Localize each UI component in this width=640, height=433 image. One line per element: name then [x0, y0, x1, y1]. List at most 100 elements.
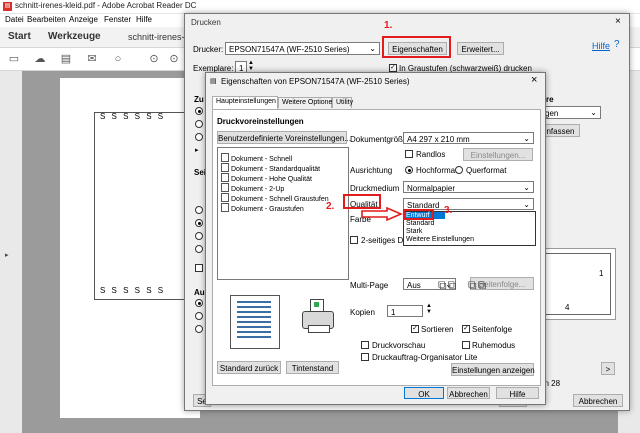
chevron-down-icon: ⌄: [369, 44, 376, 53]
section-pages-partial: Zu: [194, 95, 204, 104]
size-radio-4[interactable]: [195, 245, 203, 253]
portrait-label: Hochformat: [416, 166, 458, 175]
size-radio-2[interactable]: [195, 219, 203, 227]
tab-document[interactable]: schnitt-irenes-: [128, 32, 185, 42]
preset-label: Dokument - Standardqualität: [231, 166, 321, 173]
quality-option-high[interactable]: Stark: [406, 228, 422, 235]
preview-marker-1: 1: [599, 269, 604, 278]
pages-radio-range[interactable]: [195, 133, 203, 141]
menu-bearbeiten[interactable]: Bearbeiten: [27, 15, 66, 24]
document-icon: [221, 153, 229, 162]
orientation-radio-auto[interactable]: [195, 299, 203, 307]
printer-select[interactable]: EPSON71547A (WF-2510 Series) ⌄: [225, 42, 380, 55]
close-icon[interactable]: ×: [615, 16, 621, 27]
print-icon[interactable]: ▤: [60, 53, 72, 65]
save-icon[interactable]: ▭: [8, 53, 20, 65]
reverse-order-checkbox[interactable]: ✓: [462, 325, 470, 333]
tab-haupteinstellungen[interactable]: Haupteinstellungen: [212, 96, 278, 109]
comments-value: gen: [545, 109, 559, 118]
list-item[interactable]: Dokument - Graustufen: [221, 203, 304, 213]
print-cancel-button[interactable]: Abbrechen: [573, 394, 623, 407]
pages-radio-current[interactable]: [195, 120, 203, 128]
menu-datei[interactable]: Datei: [5, 15, 24, 24]
portrait-radio[interactable]: [405, 166, 413, 174]
help-link[interactable]: Hilfe: [592, 41, 610, 51]
quiet-mode-checkbox[interactable]: [462, 341, 470, 349]
size-radio-3[interactable]: [195, 232, 203, 240]
menu-hilfe[interactable]: Hilfe: [136, 15, 152, 24]
quality-option-standard[interactable]: Standard: [406, 220, 434, 227]
chevron-down-icon: ⌄: [523, 134, 530, 143]
menu-fenster[interactable]: Fenster: [104, 15, 131, 24]
list-item[interactable]: Dokument - Schnell: [221, 153, 292, 163]
paper-size-label: Dokumentgröße: [350, 135, 408, 144]
help-button[interactable]: Hilfe: [496, 387, 539, 399]
print-preview-checkbox[interactable]: [361, 341, 369, 349]
expand-left-icon[interactable]: ▸: [5, 251, 9, 259]
summarize-button[interactable]: nfassen: [541, 124, 580, 137]
landscape-label: Querformat: [466, 166, 507, 175]
paper-size-select[interactable]: A4 297 x 210 mm ⌄: [403, 132, 534, 144]
more-options-icon[interactable]: ▸: [195, 146, 199, 154]
advanced-button[interactable]: Erweitert...: [457, 42, 504, 55]
size-radio-1[interactable]: [195, 206, 203, 214]
landscape-radio[interactable]: [455, 166, 463, 174]
pages-radio-all[interactable]: [195, 107, 203, 115]
tab-start[interactable]: Start: [8, 31, 31, 42]
grayscale-checkbox[interactable]: ✓: [389, 64, 397, 72]
ink-levels-button[interactable]: Tintenstand: [286, 361, 339, 374]
custom-presets-button[interactable]: Benutzerdefinierte Voreinstellungen...: [217, 131, 351, 144]
comments-select[interactable]: gen ⌄: [541, 106, 601, 119]
tab-weitere-optionen[interactable]: Weitere Optionen: [278, 97, 336, 108]
page-up-icon[interactable]: ⊙: [148, 53, 160, 65]
chevron-down-icon: ⌄: [523, 200, 530, 209]
orientation-radio-landscape[interactable]: [195, 325, 203, 333]
borderless-settings-button[interactable]: Einstellungen...: [463, 148, 533, 161]
annotation-arrow-icon: [361, 207, 403, 221]
mail-icon[interactable]: ✉: [86, 53, 98, 65]
job-organizer-label: Druckauftrag-Organisator Lite: [372, 353, 478, 362]
quality-option-more[interactable]: Weitere Einstellungen: [406, 236, 474, 243]
ok-button[interactable]: OK: [404, 387, 444, 399]
list-item[interactable]: Dokument - 2-Up: [221, 183, 284, 193]
page-down-icon[interactable]: ⊙: [168, 53, 180, 65]
comments-section-partial: re: [546, 95, 554, 104]
collate-checkbox[interactable]: ✓: [411, 325, 419, 333]
print-preview-label: Druckvorschau: [372, 341, 426, 350]
properties-copies-spinner-icon[interactable]: ▲ ▼: [426, 303, 432, 315]
preview-marker-4: 4: [565, 303, 570, 312]
show-settings-button[interactable]: Einstellungen anzeigen: [451, 363, 535, 376]
job-organizer-checkbox[interactable]: [361, 353, 369, 361]
close-icon[interactable]: ×: [531, 74, 537, 86]
preview-page-outline: [545, 253, 611, 315]
properties-copies-input[interactable]: 1: [387, 305, 423, 317]
document-icon: [221, 183, 229, 192]
search-icon[interactable]: ○: [112, 53, 124, 65]
tab-werkzeuge[interactable]: Werkzeuge: [48, 31, 101, 42]
left-panel-strip: ▸: [0, 71, 22, 433]
tab-utility[interactable]: Utility: [332, 97, 353, 108]
list-item[interactable]: Dokument - Hohe Qualität: [221, 173, 312, 183]
media-select[interactable]: Normalpapier ⌄: [403, 181, 534, 193]
copies-spinner-icon[interactable]: ▲ ▼: [248, 60, 254, 72]
pdf-file-icon: ▤: [3, 2, 12, 11]
chevron-down-icon: ⌄: [523, 183, 530, 192]
app-titlebar: ▤ schnitt-irenes-kleid.pdf - Adobe Acrob…: [0, 0, 640, 14]
collate-label: Sortieren: [421, 325, 454, 334]
duplex-checkbox[interactable]: [350, 236, 358, 244]
list-item[interactable]: Dokument - Schnell Graustufen: [221, 193, 329, 203]
borderless-checkbox[interactable]: [405, 150, 413, 158]
upload-cloud-icon[interactable]: ☁: [34, 53, 46, 65]
menu-anzeige[interactable]: Anzeige: [69, 15, 98, 24]
orientation-radio-portrait[interactable]: [195, 312, 203, 320]
reset-defaults-button[interactable]: Standard zurück: [217, 361, 281, 374]
next-page-button[interactable]: >: [601, 362, 615, 375]
cancel-button[interactable]: Abbrechen: [447, 387, 490, 399]
list-item[interactable]: Dokument - Standardqualität: [221, 163, 320, 173]
size-checkbox[interactable]: [195, 264, 203, 272]
section-orientation-partial: Au: [194, 288, 205, 297]
help-icon[interactable]: ?: [614, 39, 620, 50]
multipage-label: Multi-Page: [350, 281, 389, 290]
chevron-down-icon: ⌄: [590, 108, 597, 117]
preset-label: Dokument - 2-Up: [231, 186, 285, 193]
